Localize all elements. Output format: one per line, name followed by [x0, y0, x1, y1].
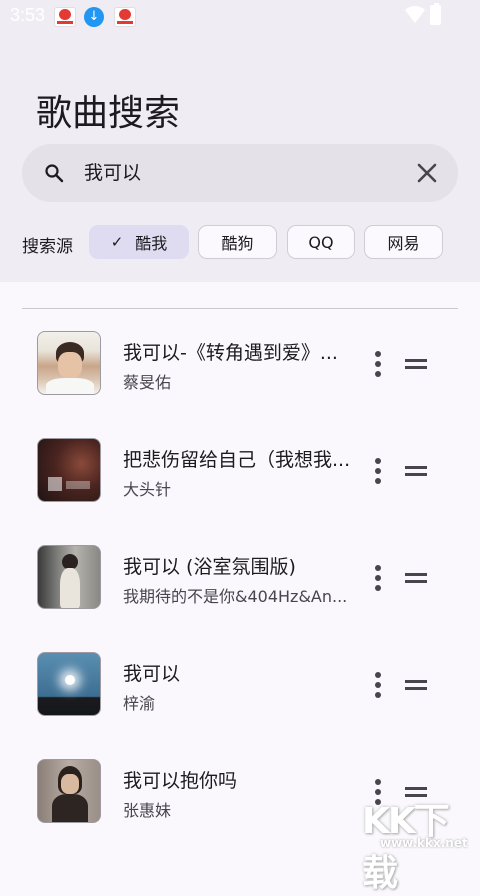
song-artist: 蔡旻佑: [123, 373, 172, 392]
drag-handle-icon[interactable]: [405, 678, 427, 692]
search-bar[interactable]: [22, 144, 458, 202]
album-cover: [37, 331, 101, 395]
check-icon: ✓: [110, 233, 124, 251]
album-cover: [37, 545, 101, 609]
song-artist: 梓渝: [123, 694, 156, 713]
song-title: 把悲伤留给自己（我想我...: [123, 449, 351, 471]
album-cover: [37, 759, 101, 823]
status-time: 3:53: [10, 5, 46, 25]
chip-kuwo[interactable]: ✓ 酷我: [89, 225, 189, 259]
list-item[interactable]: 把悲伤留给自己（我想我... 大头针: [22, 438, 458, 538]
app-notification-icon: [54, 7, 76, 27]
album-cover: [37, 652, 101, 716]
chip-label: 酷我: [135, 234, 168, 253]
divider: [22, 308, 458, 309]
chip-qq[interactable]: QQ: [287, 225, 355, 259]
drag-handle-icon[interactable]: [405, 571, 427, 585]
song-title: 我可以 (浴室氛围版): [123, 556, 296, 578]
song-title: 我可以: [123, 663, 181, 685]
drag-handle-icon[interactable]: [405, 357, 427, 371]
app-notification-icon: [114, 7, 136, 27]
source-label: 搜索源: [22, 237, 73, 257]
song-artist: 大头针: [123, 480, 172, 499]
page-title: 歌曲搜索: [36, 93, 181, 134]
battery-icon: [430, 5, 441, 25]
list-item[interactable]: 我可以 (浴室氛围版) 我期待的不是你&404Hz&An...: [22, 545, 458, 645]
status-bar: 3:53 ↓: [0, 0, 480, 32]
watermark: KK下载 www.kkx.net: [358, 792, 480, 894]
drag-handle-icon[interactable]: [405, 464, 427, 478]
search-input[interactable]: [84, 144, 384, 202]
wifi-icon: [405, 6, 425, 23]
list-item[interactable]: 我可以 梓渝: [22, 652, 458, 752]
album-cover: [37, 438, 101, 502]
close-icon[interactable]: [416, 162, 438, 184]
chip-label: 网易: [387, 234, 420, 253]
search-icon: [45, 164, 64, 183]
more-vert-icon[interactable]: [374, 458, 382, 484]
chip-label: 酷狗: [221, 234, 254, 253]
song-artist: 我期待的不是你&404Hz&An...: [123, 587, 348, 606]
list-item[interactable]: 我可以-《转角遇到爱》... 蔡旻佑: [22, 331, 458, 431]
download-icon: ↓: [84, 7, 104, 27]
song-title: 我可以抱你吗: [123, 770, 238, 792]
more-vert-icon[interactable]: [374, 565, 382, 591]
more-vert-icon[interactable]: [374, 351, 382, 377]
song-artist: 张惠妹: [123, 801, 172, 820]
chip-netease[interactable]: 网易: [364, 225, 443, 259]
chip-kugou[interactable]: 酷狗: [198, 225, 277, 259]
watermark-url: www.kkx.net: [380, 836, 468, 850]
chip-label: QQ: [308, 232, 334, 252]
more-vert-icon[interactable]: [374, 672, 382, 698]
song-title: 我可以-《转角遇到爱》...: [123, 342, 338, 364]
